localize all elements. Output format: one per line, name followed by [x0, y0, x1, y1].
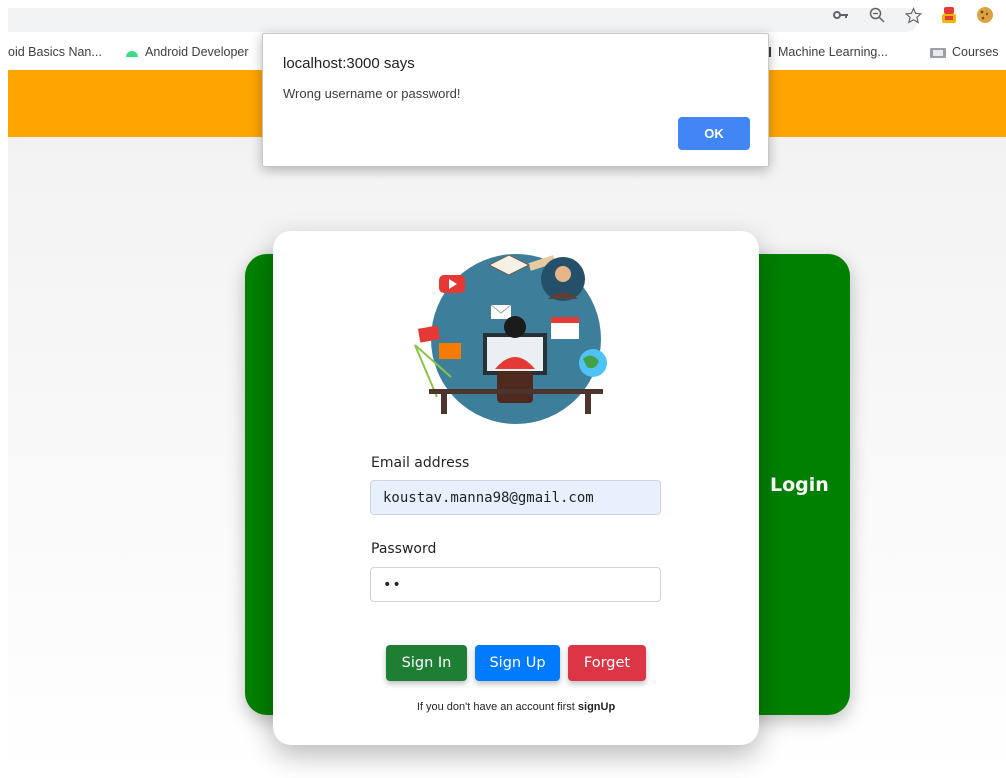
ok-button[interactable]: OK: [678, 117, 750, 150]
bookmark-label: Machine Learning...: [778, 45, 888, 59]
signup-hint: If you don't have an account first signU…: [273, 701, 759, 713]
form-buttons: Sign In Sign Up Forget: [273, 645, 759, 681]
bookmark-item[interactable]: oid Basics Nan...: [8, 45, 102, 59]
alert-dialog: localhost:3000 says Wrong username or pa…: [262, 33, 769, 167]
email-field[interactable]: [370, 480, 661, 515]
email-label: Email address: [371, 455, 470, 471]
cookie-icon[interactable]: [976, 6, 994, 24]
signup-link[interactable]: signUp: [578, 701, 615, 713]
android-icon: [126, 51, 138, 57]
login-form-card: Email address Password Sign In Sign Up F…: [273, 231, 759, 745]
alert-title: localhost:3000 says: [283, 55, 415, 72]
login-title: Login: [770, 474, 829, 496]
alert-message: Wrong username or password!: [283, 86, 461, 101]
bookmark-item[interactable]: Android Developer: [125, 45, 249, 59]
bookmark-item[interactable]: Courses: [930, 45, 999, 59]
address-bar[interactable]: [8, 8, 918, 32]
courses-icon: [930, 48, 946, 58]
bookmark-item[interactable]: Machine Learning...: [766, 45, 888, 59]
forget-button[interactable]: Forget: [568, 645, 646, 681]
bookmark-label: oid Basics Nan...: [8, 45, 102, 59]
sign-in-button[interactable]: Sign In: [386, 645, 467, 681]
star-icon[interactable]: [904, 6, 922, 24]
bookmark-label: Android Developer: [145, 45, 249, 59]
page-content: Login Email address koustav.manna98@gmai…: [8, 70, 1006, 778]
key-icon[interactable]: [832, 6, 850, 24]
study-illustration: [414, 254, 607, 424]
extension-icon[interactable]: [940, 6, 958, 24]
signup-hint-text: If you don't have an account first: [416, 701, 578, 713]
bookmark-label: Courses: [952, 45, 999, 59]
toolbar-icons: [832, 6, 994, 24]
password-field[interactable]: [370, 567, 661, 602]
zoom-icon[interactable]: [868, 6, 886, 24]
sign-up-button[interactable]: Sign Up: [475, 645, 560, 681]
password-label: Password: [371, 541, 437, 557]
